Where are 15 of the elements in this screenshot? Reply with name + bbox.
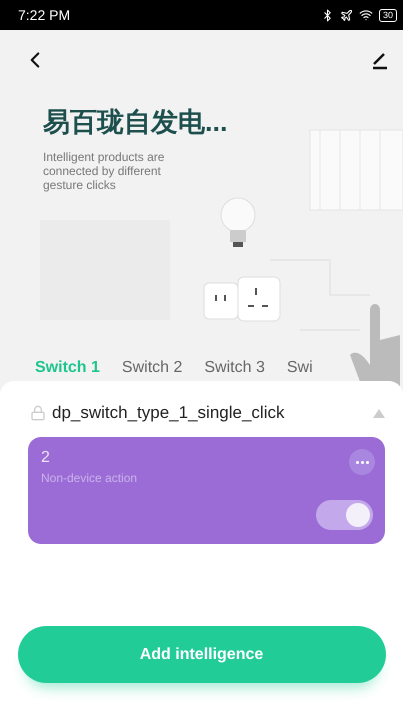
card-subtitle: Non-device action	[41, 471, 138, 485]
card-title: 2	[41, 449, 50, 467]
switch-tab[interactable]: Switch 3	[204, 359, 265, 377]
status-time: 7:22 PM	[18, 7, 70, 23]
airplane-icon	[340, 8, 353, 22]
battery-level: 30	[378, 8, 397, 22]
lock-icon	[30, 405, 46, 421]
wifi-icon	[358, 8, 373, 22]
scene-description: Intelligent products are connected by different gesture clicks	[43, 150, 166, 192]
switch-tab[interactable]: Switch 2	[122, 359, 182, 377]
enable-toggle[interactable]	[316, 500, 373, 530]
rule-title: dp_switch_type_1_single_click	[52, 403, 286, 423]
switch-tab[interactable]: Swi	[286, 359, 313, 377]
scene-title: 易百珑自发电...	[43, 106, 228, 139]
more-button[interactable]	[349, 449, 375, 475]
